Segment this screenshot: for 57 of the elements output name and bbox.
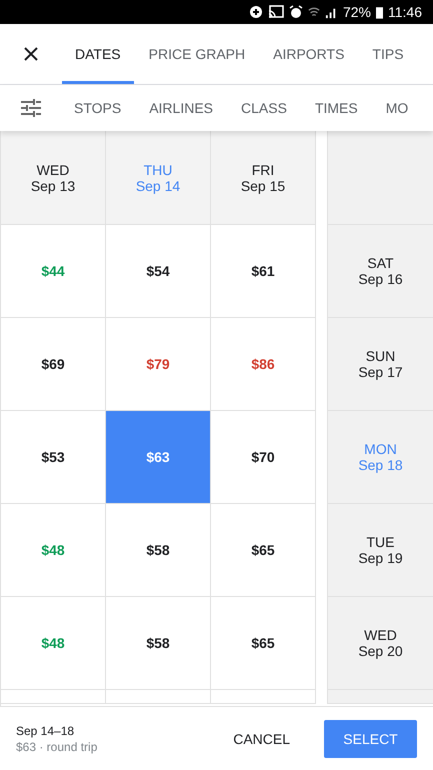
return-date-header[interactable]: WED Sep 20	[327, 597, 433, 690]
battery-icon	[376, 6, 383, 18]
filter-chip[interactable]: TIMES	[302, 85, 370, 131]
weekday-label: MON	[364, 441, 397, 457]
filter-chip[interactable]: CLASS	[229, 85, 299, 131]
tab[interactable]: TIPS	[359, 24, 417, 84]
date-label: Sep 15	[240, 178, 286, 194]
departure-date-header[interactable]: FRI Sep 15	[211, 131, 316, 225]
date-label: Sep 19	[358, 550, 403, 566]
weekday-label: TUE	[366, 534, 394, 550]
price-cell[interactable]: $63	[106, 411, 211, 504]
filter-chip[interactable]: AIRLINES	[137, 85, 226, 131]
tab[interactable]: DATES	[62, 24, 134, 84]
return-date-header[interactable]: SAT Sep 16	[327, 225, 433, 318]
clock: 11:46	[388, 4, 422, 20]
price-cell[interactable]: $58	[106, 504, 211, 597]
weekday-label: SUN	[366, 348, 396, 364]
alarm-icon	[288, 5, 303, 19]
date-label: Sep 17	[358, 364, 403, 380]
price-cell[interactable]: $61	[211, 225, 316, 318]
weekday-label: WED	[36, 162, 70, 178]
date-label: Sep 18	[358, 457, 403, 473]
price-cell[interactable]: $54	[106, 225, 211, 318]
sliders-icon	[21, 99, 41, 117]
weekday-label: THU	[144, 162, 172, 178]
select-button[interactable]: SELECT	[324, 720, 417, 758]
close-icon	[24, 47, 38, 61]
weekday-label: WED	[364, 627, 397, 643]
cancel-button[interactable]: CANCEL	[219, 720, 304, 756]
tab[interactable]: AIRPORTS	[260, 24, 358, 84]
tab[interactable]: PRICE GRAPH	[136, 24, 258, 84]
return-date-header[interactable]: SUN Sep 17	[327, 318, 433, 411]
price-cell[interactable]: $65	[211, 597, 316, 690]
cast-icon	[268, 5, 284, 19]
price-cell[interactable]: $86	[211, 318, 316, 411]
weekday-label: SAT	[367, 255, 394, 271]
price-cell[interactable]: $48	[1, 597, 106, 690]
battery-percentage: 72%	[342, 4, 371, 20]
date-label: Sep 20	[358, 643, 403, 659]
date-label: Sep 13	[30, 178, 76, 194]
sync-icon	[248, 5, 263, 19]
wifi-icon	[308, 5, 320, 19]
departure-date-header[interactable]: WED Sep 13	[1, 131, 106, 225]
price-cell[interactable]: $48	[1, 504, 106, 597]
price-cell[interactable]: $58	[106, 597, 211, 690]
price-cell[interactable]: $70	[211, 411, 316, 504]
filter-chip[interactable]: STOPS	[62, 85, 134, 131]
price-cell[interactable]: $69	[1, 318, 106, 411]
return-date-header[interactable]: TUE Sep 19	[327, 504, 433, 597]
filter-chip[interactable]: MO	[374, 85, 420, 131]
date-label: Sep 14	[136, 178, 180, 194]
weekday-label: FRI	[252, 162, 274, 178]
trip-dates: Sep 14–18	[16, 724, 76, 738]
trip-price: $63 · round trip	[16, 740, 98, 754]
price-cell[interactable]: $65	[211, 504, 316, 597]
date-label: Sep 16	[358, 271, 403, 287]
price-cell[interactable]: $44	[1, 225, 106, 318]
